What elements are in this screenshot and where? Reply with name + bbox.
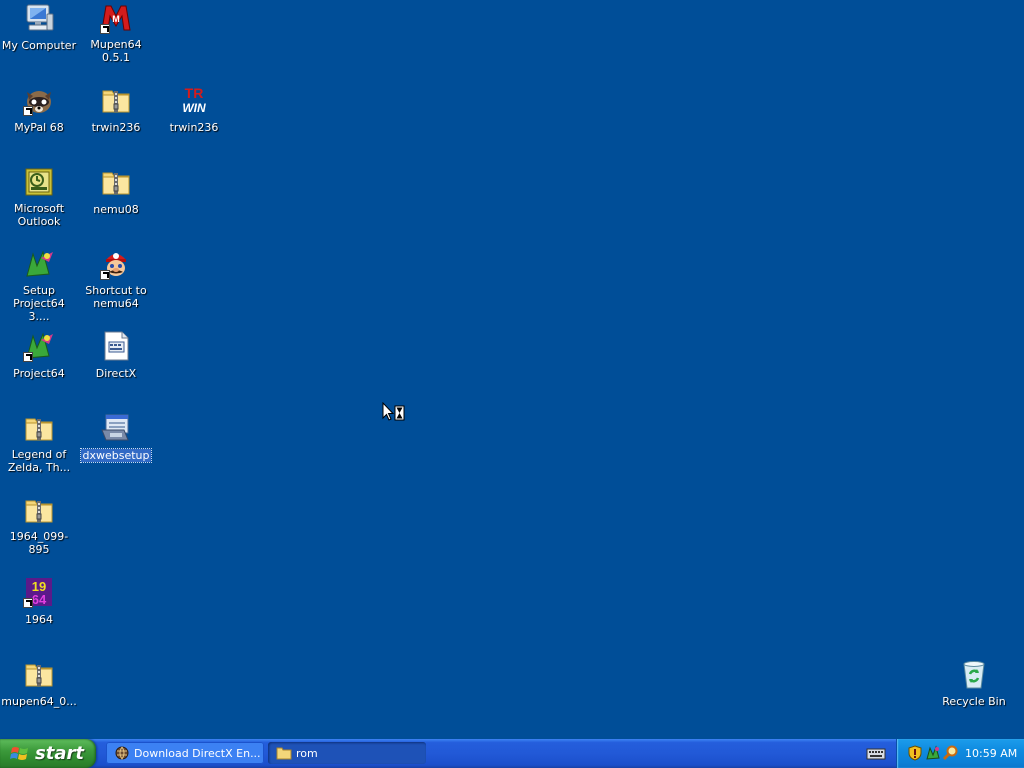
svg-text:M: M xyxy=(112,14,120,24)
folder-icon xyxy=(276,747,292,760)
shortcut-arrow-icon xyxy=(100,24,110,34)
security-shield-icon[interactable] xyxy=(907,745,923,761)
outlook-shortcut[interactable]: Microsoft Outlook xyxy=(0,166,78,229)
svg-text:64: 64 xyxy=(32,592,47,607)
setup-project64-shortcut[interactable]: Setup Project64 3.... xyxy=(0,248,78,324)
svg-text:WIN: WIN xyxy=(182,101,206,115)
icon-label: Legend of Zelda, Th... xyxy=(7,448,71,474)
zip-folder-icon xyxy=(23,494,55,526)
icon-label: nemu08 xyxy=(93,203,139,216)
zelda-zip-folder[interactable]: Legend of Zelda, Th... xyxy=(0,412,78,475)
keyboard-icon[interactable] xyxy=(866,745,886,761)
nemu64-shortcut[interactable]: Shortcut to nemu64 xyxy=(77,248,155,311)
1964-zip-folder[interactable]: 1964_099-895 xyxy=(0,494,78,557)
icon-label: 1964_099-895 xyxy=(9,530,69,556)
dxwebsetup-program[interactable]: dxwebsetup xyxy=(77,412,155,463)
mypal-shortcut[interactable]: MyPal 68 xyxy=(0,84,78,135)
start-label: start xyxy=(35,743,84,764)
trwin-icon: TR WIN xyxy=(178,84,210,116)
icon-label: Project64 xyxy=(13,367,65,380)
trwin236-zip-folder[interactable]: trwin236 xyxy=(77,84,155,135)
zip-folder-icon xyxy=(100,166,132,198)
icon-label: trwin236 xyxy=(91,121,141,134)
zip-folder-icon xyxy=(23,412,55,444)
desktop: My Computer M Mupen64 0.5.1 MyPal 68 trw… xyxy=(0,0,1024,739)
icon-label: dxwebsetup xyxy=(80,448,152,463)
globe-icon xyxy=(115,746,129,760)
taskbar-item-rom[interactable]: rom xyxy=(268,742,426,764)
svg-text:TR: TR xyxy=(185,85,204,101)
icon-label: DirectX xyxy=(95,367,137,380)
mupen64-icon: M xyxy=(100,2,132,34)
my-computer-icon xyxy=(23,2,55,34)
text-file-icon xyxy=(100,330,132,362)
search-icon[interactable] xyxy=(943,745,959,761)
project64-setup-icon xyxy=(23,248,55,280)
installer-icon xyxy=(100,412,132,444)
icon-label: 1964 xyxy=(25,613,53,626)
icon-label: Recycle Bin xyxy=(942,695,1006,708)
mupen64-zip-folder[interactable]: mupen64_0... xyxy=(0,658,78,709)
1964-shortcut[interactable]: 19 64 1964 xyxy=(0,576,78,627)
icon-label: mupen64_0... xyxy=(1,695,77,708)
task-label: Download DirectX En... xyxy=(134,746,261,760)
directx-file[interactable]: DirectX xyxy=(77,330,155,381)
icon-label: trwin236 xyxy=(169,121,219,134)
shortcut-arrow-icon xyxy=(100,270,110,280)
windows-logo-icon xyxy=(10,746,28,760)
recycle-bin-icon xyxy=(958,658,990,690)
icon-label: Mupen64 0.5.1 xyxy=(90,38,142,64)
system-tray: 10:59 AM xyxy=(896,739,1024,768)
mypal-icon xyxy=(23,84,55,116)
my-computer-shortcut[interactable]: My Computer xyxy=(0,2,78,53)
icon-label: My Computer xyxy=(1,39,77,52)
shortcut-arrow-icon xyxy=(23,598,33,608)
clock[interactable]: 10:59 AM xyxy=(965,747,1017,760)
zip-folder-icon xyxy=(23,658,55,690)
project64-icon xyxy=(23,330,55,362)
network-icon[interactable] xyxy=(925,745,941,761)
mupen64-shortcut[interactable]: M Mupen64 0.5.1 xyxy=(77,2,155,65)
mario-icon xyxy=(100,248,132,280)
icon-label: Setup Project64 3.... xyxy=(13,284,65,323)
outlook-icon xyxy=(23,166,55,198)
zip-folder-icon xyxy=(100,84,132,116)
recycle-bin[interactable]: Recycle Bin xyxy=(935,658,1013,709)
shortcut-arrow-icon xyxy=(23,106,33,116)
shortcut-arrow-icon xyxy=(23,352,33,362)
busy-cursor-icon xyxy=(382,402,405,421)
icon-label: Microsoft Outlook xyxy=(13,202,65,228)
nemu08-zip-folder[interactable]: nemu08 xyxy=(77,166,155,217)
taskbar-item-directx-download[interactable]: Download DirectX En... xyxy=(106,742,264,764)
project64-shortcut[interactable]: Project64 xyxy=(0,330,78,381)
icon-label: Shortcut to nemu64 xyxy=(85,284,147,310)
task-label: rom xyxy=(296,746,318,760)
trwin236-program[interactable]: TR WIN trwin236 xyxy=(155,84,233,135)
emulator-1964-icon: 19 64 xyxy=(23,576,55,608)
start-button[interactable]: start xyxy=(0,739,96,768)
icon-label: MyPal 68 xyxy=(14,121,64,134)
